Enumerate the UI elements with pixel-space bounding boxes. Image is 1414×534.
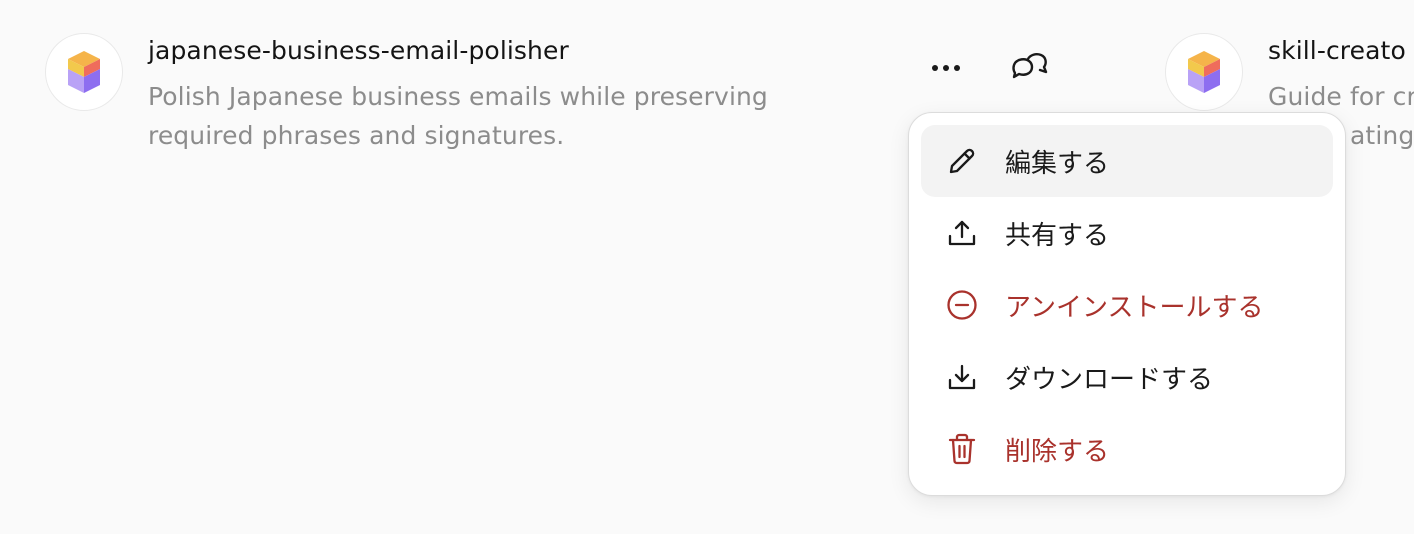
download-icon: [945, 360, 979, 394]
skill-cube-icon: [1188, 51, 1220, 93]
menu-item-uninstall[interactable]: アンインストールする: [921, 269, 1333, 341]
minus-circle-icon: [945, 288, 979, 322]
share-upload-icon: [945, 216, 979, 250]
skill-context-menu: 編集する 共有する アンインストールする ダウンロードする 削除する: [908, 112, 1346, 496]
menu-item-delete[interactable]: 削除する: [921, 413, 1333, 485]
menu-item-label: 編集する: [1005, 148, 1110, 179]
skill-description-line-1: Guide for cr: [1268, 82, 1414, 111]
menu-item-download[interactable]: ダウンロードする: [921, 341, 1333, 413]
chat-try-button[interactable]: [1004, 42, 1056, 94]
skill-title[interactable]: skill-creato: [1268, 36, 1406, 65]
menu-item-label: ダウンロードする: [1005, 364, 1214, 395]
menu-item-edit[interactable]: 編集する: [921, 125, 1333, 197]
pencil-icon: [945, 144, 979, 178]
skill-description: Polish Japanese business emails while pr…: [148, 82, 768, 150]
menu-item-label: アンインストールする: [1005, 292, 1264, 323]
trash-icon: [945, 432, 979, 466]
skill-cube-icon: [68, 51, 100, 93]
skill-description-line-2: ating: [1350, 121, 1414, 150]
menu-item-label: 共有する: [1005, 220, 1110, 251]
skill-title[interactable]: japanese-business-email-polisher: [148, 36, 569, 65]
ellipsis-icon: [932, 65, 960, 71]
skill-avatar: [45, 33, 123, 111]
more-options-button[interactable]: [920, 42, 972, 94]
chat-bubbles-icon: [1012, 53, 1048, 79]
menu-item-label: 削除する: [1005, 436, 1110, 467]
menu-item-share[interactable]: 共有する: [921, 197, 1333, 269]
skill-avatar: [1165, 33, 1243, 111]
